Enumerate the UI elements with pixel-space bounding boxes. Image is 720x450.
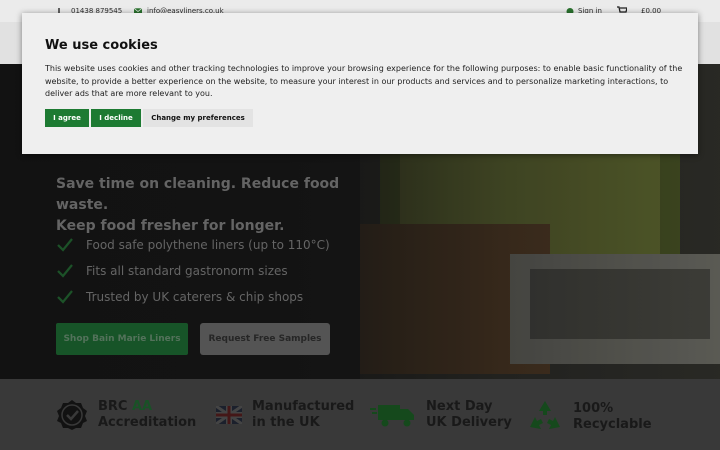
decline-button[interactable]: I decline	[91, 109, 141, 127]
cookie-description: This website uses cookies and other trac…	[45, 64, 683, 98]
change-preferences-button[interactable]: Change my preferences	[143, 109, 253, 127]
cookie-consent-dialog: We use cookies This website uses cookies…	[22, 13, 698, 154]
agree-button[interactable]: I agree	[45, 109, 89, 127]
cookie-title: We use cookies	[45, 38, 158, 53]
